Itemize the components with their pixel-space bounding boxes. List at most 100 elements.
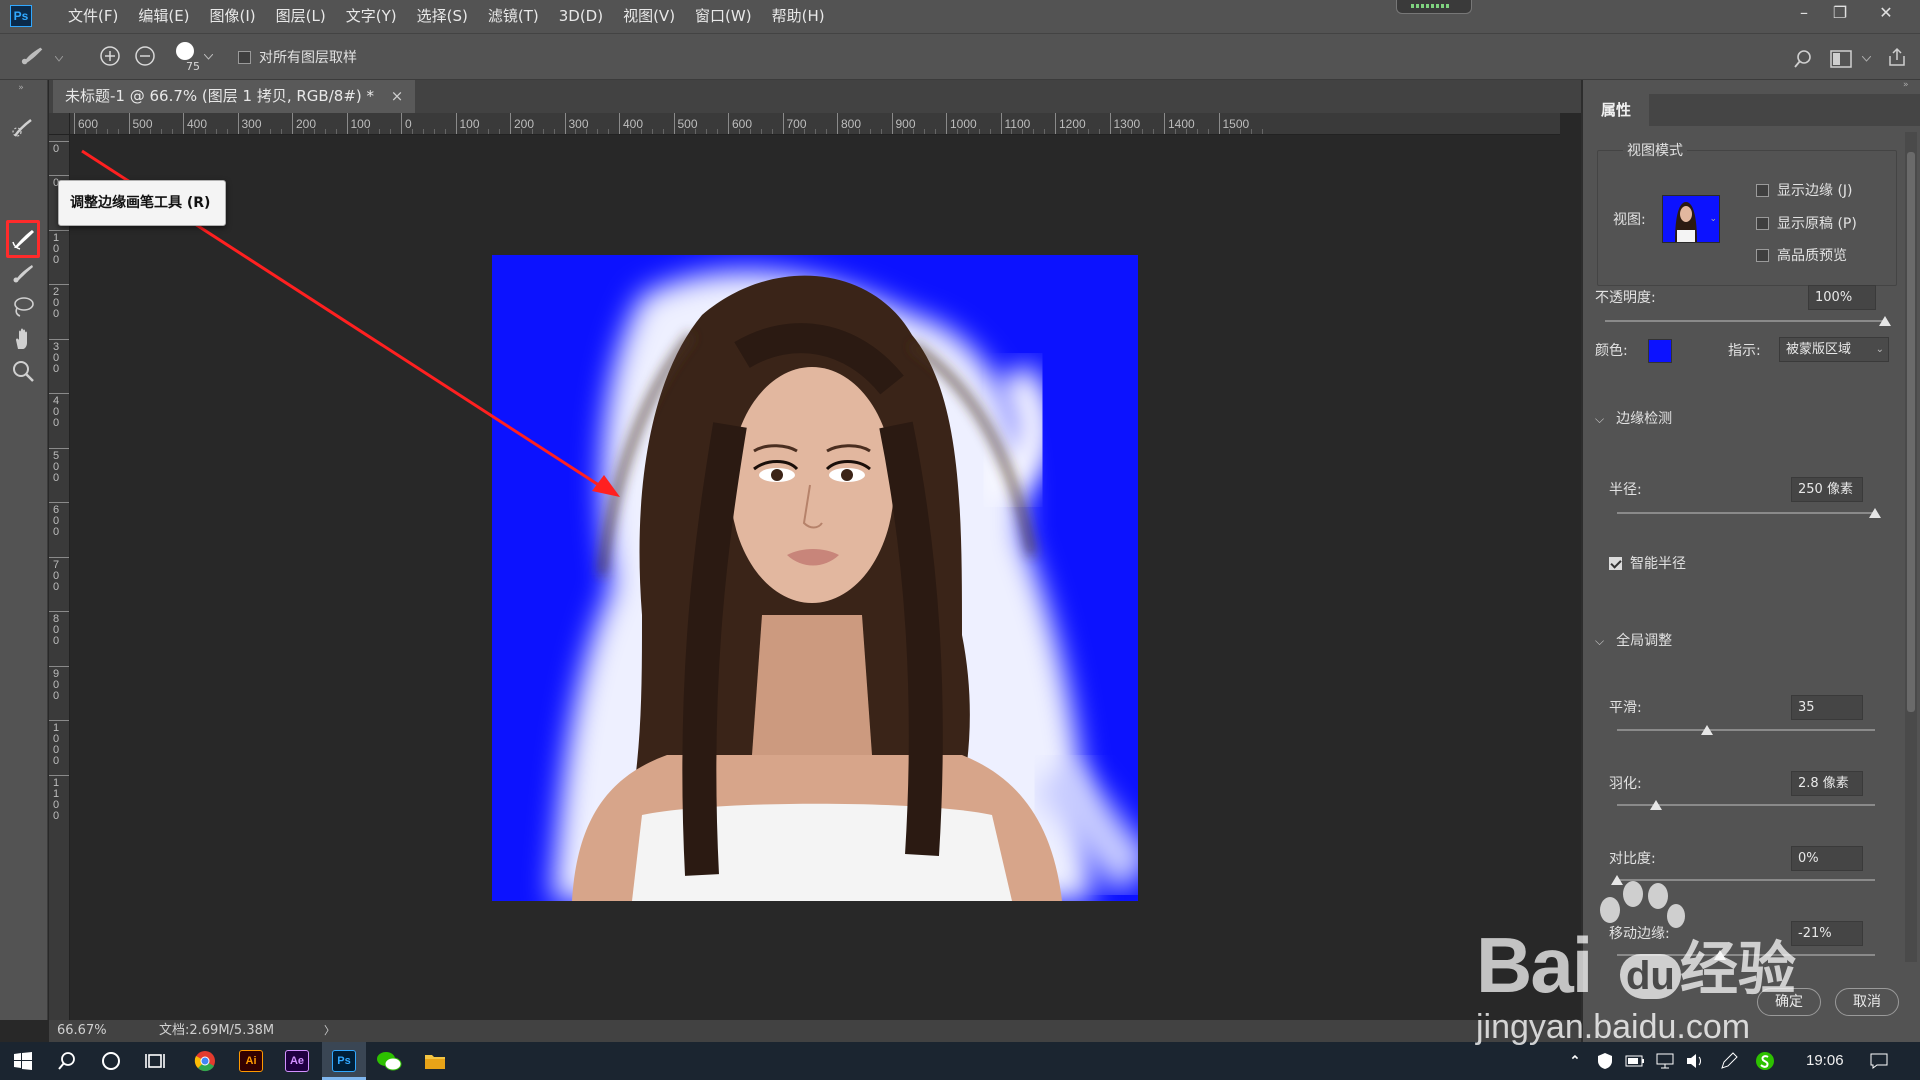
- shift-edge-slider[interactable]: [1617, 954, 1875, 956]
- cortana-icon[interactable]: [96, 1046, 126, 1076]
- view-mode-dropdown-icon[interactable]: ⌄: [1709, 214, 1717, 224]
- menu-view[interactable]: 视图(V): [613, 0, 685, 33]
- zoom-tool-icon[interactable]: [8, 356, 38, 386]
- restore-button[interactable]: ❐: [1822, 0, 1858, 26]
- edge-detection-section[interactable]: ⌵ 边缘检测: [1595, 408, 1672, 428]
- high-quality-preview-option[interactable]: 高品质预览: [1756, 245, 1847, 265]
- canvas-area[interactable]: [70, 135, 1560, 1020]
- tray-expand-icon[interactable]: ⌃: [1560, 1046, 1590, 1076]
- menu-filter[interactable]: 滤镜(T): [478, 0, 549, 33]
- show-edge-checkbox[interactable]: [1756, 183, 1769, 197]
- ok-button[interactable]: 确定: [1757, 988, 1821, 1016]
- menu-3d[interactable]: 3D(D): [549, 0, 613, 33]
- pen-icon[interactable]: [1714, 1046, 1744, 1076]
- sample-all-layers-checkbox[interactable]: [238, 50, 251, 64]
- show-edge-option[interactable]: 显示边缘 (J): [1756, 180, 1853, 200]
- brush-picker-dropdown-icon[interactable]: [202, 44, 214, 70]
- file-explorer-icon[interactable]: [420, 1046, 450, 1076]
- tool-preset-dropdown-icon[interactable]: [54, 46, 64, 72]
- opacity-slider-thumb[interactable]: [1879, 316, 1891, 326]
- show-original-option[interactable]: 显示原稿 (P): [1756, 213, 1857, 233]
- indicate-dropdown[interactable]: 被蒙版区域 ⌄: [1779, 337, 1889, 362]
- smooth-slider-thumb[interactable]: [1701, 725, 1714, 735]
- panel-expand-icon[interactable]: »: [1903, 80, 1909, 90]
- menu-file[interactable]: 文件(F): [58, 0, 128, 33]
- ruler-origin[interactable]: [49, 113, 70, 135]
- ruler-top-minor-tick: [542, 129, 544, 134]
- horizontal-ruler[interactable]: 600 500 400 300 200 100 0 100 200 300 400 500 600 700…: [70, 113, 1560, 135]
- refine-edge-brush-tool-icon[interactable]: [8, 224, 38, 254]
- high-quality-preview-checkbox[interactable]: [1756, 248, 1769, 262]
- wechat-icon[interactable]: [374, 1046, 404, 1076]
- document-tab[interactable]: 未标题-1 @ 66.7% (图层 1 拷贝, RGB/8#) * ×: [53, 80, 416, 113]
- toolbar-collapse-icon[interactable]: »: [6, 83, 36, 93]
- share-icon[interactable]: [1884, 44, 1910, 70]
- hand-tool-icon[interactable]: [8, 324, 38, 354]
- smooth-slider[interactable]: [1617, 729, 1875, 731]
- menu-image[interactable]: 图像(I): [200, 0, 266, 33]
- lasso-tool-icon[interactable]: [8, 292, 38, 322]
- feather-input[interactable]: 2.8 像素: [1791, 771, 1863, 796]
- edge-detection-title: 边缘检测: [1616, 411, 1673, 427]
- menu-select[interactable]: 选择(S): [407, 0, 478, 33]
- vertical-ruler[interactable]: 0 0 100 200 300 400 500 600 700 800 900 1000 1100: [49, 135, 70, 1020]
- zoom-level[interactable]: 66.67%: [57, 1020, 107, 1042]
- sogou-input-icon[interactable]: [1750, 1046, 1780, 1076]
- menu-type[interactable]: 文字(Y): [336, 0, 407, 33]
- view-mode-thumbnail[interactable]: ⌄: [1662, 195, 1720, 243]
- illustrator-icon[interactable]: Ai: [236, 1046, 266, 1076]
- notification-center-icon[interactable]: [1864, 1046, 1894, 1076]
- volume-icon[interactable]: [1680, 1046, 1710, 1076]
- task-view-icon[interactable]: [140, 1046, 170, 1076]
- tab-properties[interactable]: 属性: [1583, 94, 1649, 126]
- quick-selection-tool-icon[interactable]: [8, 112, 38, 142]
- opacity-slider[interactable]: [1605, 320, 1885, 322]
- opacity-input[interactable]: 100%: [1808, 285, 1876, 310]
- workspace-icon[interactable]: [1828, 46, 1854, 72]
- shift-edge-input[interactable]: -21%: [1791, 921, 1863, 946]
- menu-layer[interactable]: 图层(L): [266, 0, 336, 33]
- panel-scrollbar-thumb[interactable]: [1907, 152, 1915, 712]
- contrast-slider[interactable]: [1617, 879, 1875, 881]
- menu-help[interactable]: 帮助(H): [762, 0, 835, 33]
- document-size: 文档:2.69M/5.38M: [159, 1023, 275, 1038]
- subtract-from-selection-icon[interactable]: [132, 43, 158, 69]
- search-icon[interactable]: [1790, 46, 1816, 72]
- close-window-button[interactable]: ✕: [1868, 0, 1904, 26]
- contrast-input[interactable]: 0%: [1791, 846, 1863, 871]
- taskbar-clock[interactable]: 19:06: [1806, 1042, 1844, 1080]
- taskbar-search-icon[interactable]: [52, 1046, 82, 1076]
- global-refinements-section[interactable]: ⌵ 全局调整: [1595, 630, 1672, 650]
- feather-slider-thumb[interactable]: [1649, 800, 1662, 810]
- battery-icon[interactable]: [1620, 1046, 1650, 1076]
- menu-window[interactable]: 窗口(W): [685, 0, 762, 33]
- workspace-dropdown-icon[interactable]: [1860, 46, 1872, 72]
- chrome-icon[interactable]: [190, 1046, 220, 1076]
- sample-all-layers-option[interactable]: 对所有图层取样: [238, 47, 357, 67]
- windows-start-icon[interactable]: [8, 1046, 38, 1076]
- security-shield-icon[interactable]: [1590, 1046, 1620, 1076]
- tool-preset-brush-icon[interactable]: [20, 42, 46, 68]
- radius-input[interactable]: 250 像素: [1791, 477, 1863, 502]
- close-document-icon[interactable]: ×: [391, 87, 404, 105]
- radius-slider[interactable]: [1617, 512, 1875, 514]
- photoshop-taskbar-icon[interactable]: Ps: [329, 1046, 359, 1076]
- ruler-top-minor-tick: [1174, 129, 1176, 134]
- smooth-input[interactable]: 35: [1791, 695, 1863, 720]
- contrast-slider-thumb[interactable]: [1611, 875, 1623, 885]
- radius-slider-thumb[interactable]: [1869, 508, 1881, 518]
- shift-edge-slider-thumb[interactable]: [1714, 950, 1727, 960]
- smart-radius-checkbox[interactable]: [1609, 556, 1622, 570]
- overlay-color-swatch[interactable]: [1648, 339, 1672, 363]
- panel-scrollbar[interactable]: [1905, 132, 1917, 962]
- minimize-button[interactable]: –: [1786, 0, 1822, 26]
- brush-tool-icon[interactable]: [8, 258, 38, 288]
- after-effects-icon[interactable]: Ae: [282, 1046, 312, 1076]
- network-icon[interactable]: [1650, 1046, 1680, 1076]
- menu-edit[interactable]: 编辑(E): [128, 0, 199, 33]
- status-menu-arrow-icon[interactable]: 〉: [324, 1020, 335, 1042]
- smart-radius-option[interactable]: 智能半径: [1609, 553, 1686, 573]
- show-original-checkbox[interactable]: [1756, 216, 1769, 230]
- cancel-button[interactable]: 取消: [1835, 988, 1899, 1016]
- add-to-selection-icon[interactable]: [97, 43, 123, 69]
